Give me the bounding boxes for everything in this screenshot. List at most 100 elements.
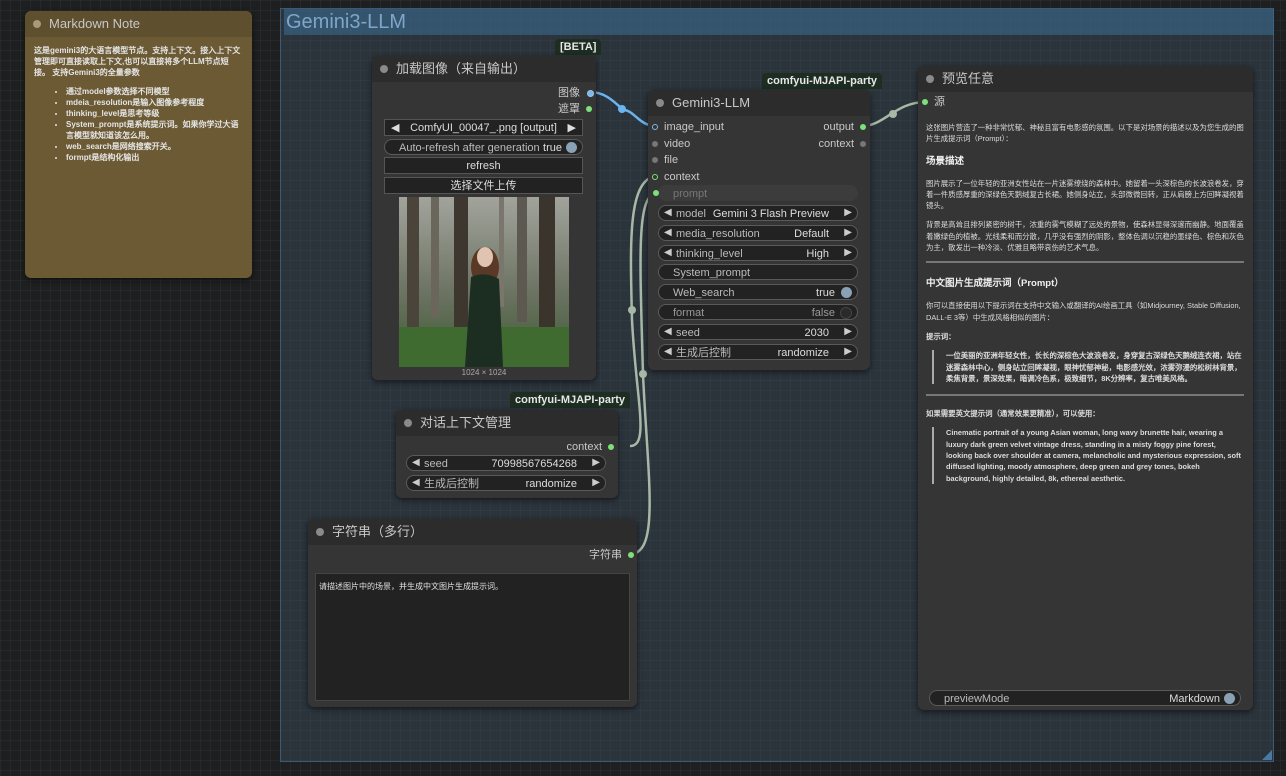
preview-input-port[interactable] — [922, 99, 928, 105]
collapse-dot-icon[interactable] — [33, 20, 41, 28]
context-seed-value: 70998567654268 — [491, 458, 577, 470]
thinking-level-select[interactable]: ◀ thinking_level High ▶ — [658, 245, 858, 261]
preview-prompt-intro: 你可以直接使用以下提示词在支持中文输入或翻译的AI绘画工具（如Midjourne… — [926, 301, 1241, 322]
preview-markdown-content: 这张图片营造了一种非常忧郁、神秘且富有电影感的氛围。以下是对场景的描述以及为您生… — [926, 122, 1244, 494]
seed-number[interactable]: ◀ seed 2030 ▶ — [658, 324, 858, 340]
upload-file-button[interactable]: 选择文件上传 — [384, 177, 583, 194]
context-badge: comfyui-MJAPI-party — [510, 392, 631, 408]
input-video[interactable]: video — [652, 137, 690, 151]
note-bullet: mdeia_resolution是输入图像参考程度 — [66, 97, 243, 108]
output-context-port[interactable] — [860, 141, 866, 147]
string-output-port[interactable] — [628, 552, 634, 558]
gemini-title-bar[interactable]: Gemini3-LLM — [648, 90, 870, 116]
prompt-placeholder: prompt — [673, 188, 708, 200]
chevron-right-icon[interactable]: ▶ — [568, 120, 576, 137]
chevron-left-icon[interactable]: ◀ — [664, 205, 672, 221]
note-bullet: formpt是结构化输出 — [66, 152, 243, 163]
preview-input[interactable]: 源 — [922, 95, 945, 109]
input-context-port[interactable] — [652, 174, 658, 180]
input-image-input-port[interactable] — [652, 124, 658, 130]
input-file[interactable]: file — [652, 153, 678, 167]
context-seed-number[interactable]: ◀ seed 70998567654268 ▶ — [406, 455, 606, 471]
collapse-dot-icon[interactable] — [656, 99, 664, 107]
markdown-note-title: Markdown Note — [49, 16, 141, 31]
auto-refresh-toggle[interactable]: Auto-refresh after generation true — [384, 139, 583, 155]
chevron-right-icon[interactable]: ▶ — [844, 205, 852, 221]
string-title-bar[interactable]: 字符串（多行） — [308, 519, 637, 545]
output-mask[interactable]: 遮罩 — [540, 102, 594, 116]
output-output[interactable]: output — [800, 120, 866, 134]
web-search-toggle[interactable]: Web_search true — [658, 284, 858, 300]
input-context[interactable]: context — [652, 170, 699, 184]
preview-mode-toggle[interactable]: previewMode Markdown — [929, 690, 1241, 706]
context-output[interactable]: context — [540, 440, 614, 454]
toggle-knob-icon — [1224, 693, 1235, 704]
string-output[interactable]: 字符串 — [560, 548, 634, 562]
chevron-right-icon[interactable]: ▶ — [844, 225, 852, 241]
chevron-left-icon[interactable]: ◀ — [664, 225, 672, 241]
context-title-bar[interactable]: 对话上下文管理 — [396, 410, 618, 436]
seed-label: seed — [676, 327, 700, 339]
context-output-port[interactable] — [608, 444, 614, 450]
collapse-dot-icon[interactable] — [926, 75, 934, 83]
control-after-generate-label: 生成后控制 — [676, 347, 731, 359]
toggle-knob-icon — [841, 287, 852, 298]
markdown-note-title-bar[interactable]: Markdown Note — [25, 11, 252, 37]
image-file-select[interactable]: ◀ ComfyUI_00047_.png [output] ▶ — [384, 119, 583, 136]
media-resolution-select[interactable]: ◀ media_resolution Default ▶ — [658, 225, 858, 241]
image-file-value: ComfyUI_00047_.png [output] — [410, 122, 557, 134]
load-image-title-bar[interactable]: 加载图像（来自输出） — [372, 56, 596, 82]
markdown-note-node[interactable]: Markdown Note 这是gemini3的大语言模型节点。支持上下文。接入… — [25, 11, 252, 278]
string-title: 字符串（多行） — [332, 524, 424, 539]
gemini-title: Gemini3-LLM — [672, 95, 751, 110]
preview-mode-label: previewMode — [944, 693, 1010, 705]
input-file-port[interactable] — [652, 157, 658, 163]
context-output-label: context — [566, 441, 602, 453]
collapse-dot-icon[interactable] — [316, 528, 324, 536]
control-after-generate-select[interactable]: ◀ 生成后控制 randomize ▶ — [658, 344, 858, 360]
output-image-port[interactable] — [587, 90, 594, 97]
preview-heading-prompt: 中文图片生成提示词（Prompt） — [926, 278, 1064, 290]
preview-quote-cn-text: 一位美丽的亚洲年轻女性，长长的深棕色大波浪卷发，身穿复古深绿色天鹅绒连衣裙，站在… — [946, 351, 1242, 383]
chevron-right-icon[interactable]: ▶ — [592, 455, 600, 471]
output-output-port[interactable] — [860, 124, 866, 130]
context-seed-label: seed — [424, 458, 448, 470]
chevron-right-icon[interactable]: ▶ — [592, 475, 600, 491]
output-image-label: 图像 — [558, 87, 580, 99]
format-value: false — [811, 307, 835, 319]
system-prompt-input[interactable]: System_prompt — [658, 264, 858, 280]
collapse-dot-icon[interactable] — [404, 419, 412, 427]
output-image[interactable]: 图像 — [540, 86, 594, 100]
chevron-right-icon[interactable]: ▶ — [844, 344, 852, 360]
chevron-left-icon[interactable]: ◀ — [664, 245, 672, 261]
chevron-right-icon[interactable]: ▶ — [844, 245, 852, 261]
system-prompt-label: System_prompt — [673, 267, 751, 279]
prompt-input[interactable]: prompt — [653, 185, 858, 201]
format-toggle[interactable]: format false — [658, 304, 858, 320]
prompt-input-port[interactable] — [653, 190, 659, 196]
preview-quote-en: Cinematic portrait of a young Asian woma… — [932, 427, 1244, 484]
chevron-left-icon[interactable]: ◀ — [664, 344, 672, 360]
chevron-left-icon[interactable]: ◀ — [664, 324, 672, 340]
chevron-right-icon[interactable]: ▶ — [844, 324, 852, 340]
chevron-left-icon[interactable]: ◀ — [391, 120, 399, 137]
link-reroute-dot-2 — [889, 110, 897, 118]
input-video-port[interactable] — [652, 141, 658, 147]
input-image-input[interactable]: image_input — [652, 120, 724, 134]
output-context[interactable]: context — [800, 137, 866, 151]
preview-input-label: 源 — [934, 96, 945, 108]
chevron-left-icon[interactable]: ◀ — [412, 455, 420, 471]
preview-quote-en-text: Cinematic portrait of a young Asian woma… — [946, 428, 1241, 483]
refresh-button[interactable]: refresh — [384, 157, 583, 174]
preview-title-bar[interactable]: 预览任意 — [918, 66, 1253, 92]
media-resolution-value: Default — [794, 228, 829, 240]
context-control-select[interactable]: ◀ 生成后控制 randomize ▶ — [406, 475, 606, 491]
context-control-label: 生成后控制 — [424, 478, 479, 490]
output-mask-port[interactable] — [586, 106, 592, 112]
collapse-dot-icon[interactable] — [380, 65, 388, 73]
string-textarea[interactable]: 请描述图片中的场景，并生成中文图片生成提示词。 — [315, 573, 630, 701]
note-bullet: thinking_level是思考等级 — [66, 108, 243, 119]
input-image-input-label: image_input — [664, 121, 724, 133]
chevron-left-icon[interactable]: ◀ — [412, 475, 420, 491]
model-select[interactable]: ◀ model Gemini 3 Flash Preview ▶ — [658, 205, 858, 221]
